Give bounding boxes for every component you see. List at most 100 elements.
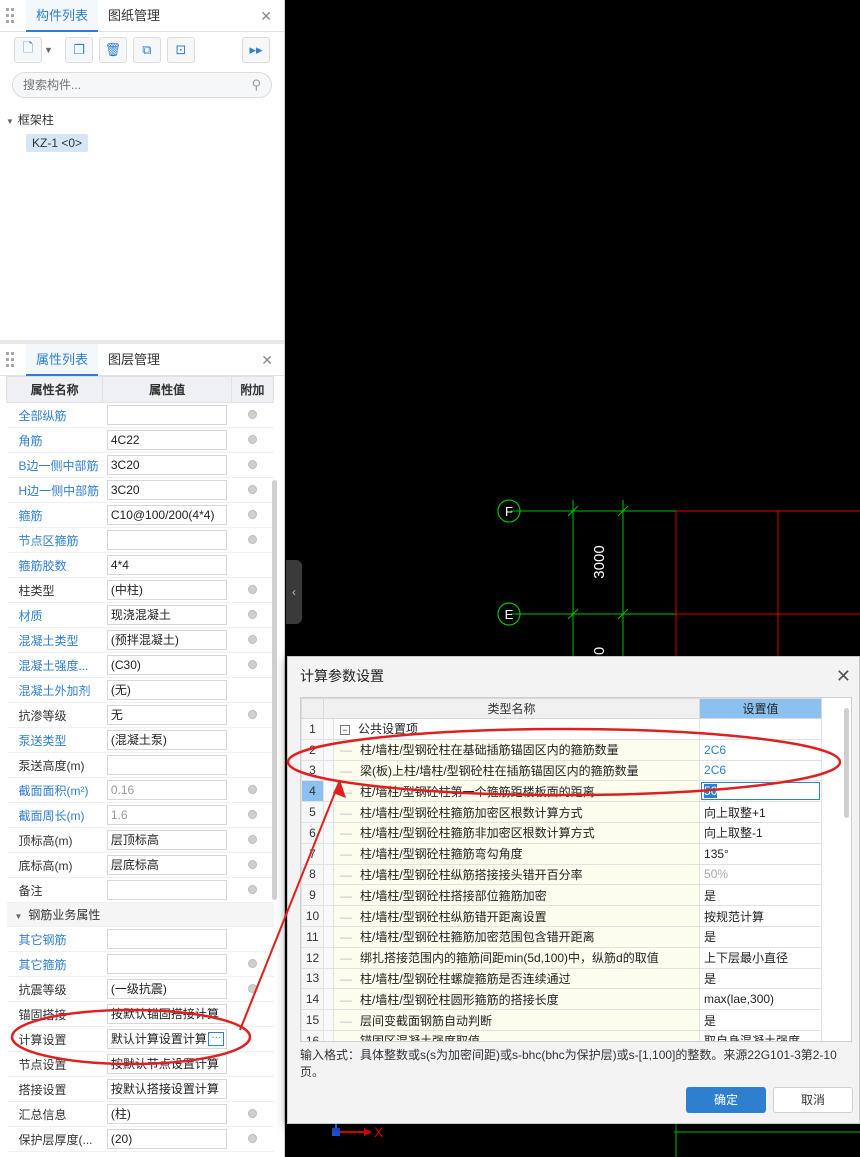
tab-property-list[interactable]: 属性列表 — [26, 343, 99, 376]
property-value-input[interactable]: 按默认锚固搭接计算 — [106, 1004, 228, 1024]
property-row[interactable]: 柱类型 (中柱) — [6, 577, 274, 603]
property-value-input[interactable]: 4*4 — [106, 555, 228, 575]
settings-row[interactable]: 8 — 柱/墙柱/型钢砼柱纵筋搭接接头错开百分率 50% — [301, 863, 823, 886]
floor-copy-icon[interactable]: ⊡ — [166, 37, 195, 63]
property-row[interactable]: 锚固搭接 按默认锚固搭接计算 — [6, 1001, 274, 1027]
property-row[interactable]: 节点设置 按默认节点设置计算 — [6, 1051, 274, 1077]
extra-checkbox[interactable] — [247, 485, 257, 494]
settings-row[interactable]: 16 — 锚固区混凝土强度取值 取自身混凝土强度 — [301, 1029, 823, 1041]
settings-row[interactable]: 3 — 梁(板)上柱/墙柱/型钢砼柱在插筋锚固区内的箍筋数量 2C6 — [301, 759, 823, 782]
property-row[interactable]: 抗渗等级无 — [6, 702, 274, 728]
extra-checkbox[interactable] — [247, 635, 257, 644]
property-row[interactable]: 保护层厚度(... (20) — [6, 1126, 274, 1152]
property-row[interactable]: 混凝土类型 (预拌混凝土) — [6, 627, 274, 653]
property-value-input[interactable]: 层顶标高 — [106, 830, 228, 850]
setting-value[interactable]: 2C6 — [699, 759, 823, 782]
property-value-input[interactable] — [106, 929, 228, 949]
extra-checkbox[interactable] — [247, 460, 257, 469]
property-value-input[interactable]: 4C22 — [106, 430, 228, 450]
property-row[interactable]: 角筋 4C22 — [6, 427, 274, 453]
property-row[interactable]: 截面面积(m²) 0.16 — [6, 777, 274, 803]
more-icon[interactable]: ▸▸ — [242, 37, 270, 63]
property-value-input[interactable]: 3C20 — [106, 480, 228, 500]
property-value-input[interactable] — [106, 954, 228, 974]
settings-row[interactable]: 12 — 绑扎搭接范围内的箍筋间距min(5d,100)中，纵筋d的取值 上下层最小直… — [301, 946, 823, 969]
new-component-icon[interactable]: 🗋 — [14, 37, 42, 63]
property-value-input[interactable]: 默认计算设置计算 ··· — [106, 1029, 228, 1049]
ok-button[interactable]: 确定 — [686, 1087, 766, 1113]
property-value-input[interactable]: (C30) — [106, 655, 228, 675]
setting-value[interactable]: 是 — [699, 1009, 823, 1031]
property-row[interactable]: 混凝土强度... (C30) — [6, 652, 274, 678]
extra-checkbox[interactable] — [247, 835, 257, 844]
property-value-input[interactable]: (预拌混凝土) — [106, 630, 228, 650]
settings-row[interactable]: 10 — 柱/墙柱/型钢砼柱纵筋错开距离设置 按规范计算 — [301, 905, 823, 927]
property-value-input[interactable]: 层底标高 — [106, 855, 228, 875]
property-row[interactable]: 泵送类型 (混凝土泵) — [6, 727, 274, 753]
extra-checkbox[interactable] — [247, 1109, 257, 1118]
settings-row[interactable]: 7 — 柱/墙柱/型钢砼柱箍筋弯勾角度 135° — [301, 842, 823, 865]
tab-layer-manage[interactable]: 图层管理 — [98, 344, 170, 376]
setting-value[interactable]: 是 — [699, 884, 823, 907]
chevron-down-icon[interactable]: ▼ — [44, 45, 53, 55]
extra-checkbox[interactable] — [247, 1134, 257, 1143]
setting-value[interactable] — [699, 718, 823, 740]
property-value-input[interactable]: 按默认搭接设置计算 — [106, 1079, 228, 1099]
property-row[interactable]: 混凝土外加剂 (无) — [6, 677, 274, 703]
setting-value[interactable]: 上下层最小直径 — [699, 946, 823, 969]
extra-checkbox[interactable] — [247, 885, 257, 894]
property-row[interactable]: H边一侧中部筋 3C20 — [6, 477, 274, 503]
close-icon[interactable]: ✕ — [261, 352, 273, 369]
close-icon[interactable]: ✕ — [836, 657, 851, 695]
property-row[interactable]: 箍筋 C10@100/200(4*4) — [6, 502, 274, 528]
property-value-input[interactable] — [106, 530, 228, 550]
property-row[interactable]: 搭接设置 按默认搭接设置计算 — [6, 1076, 274, 1102]
extra-checkbox[interactable] — [247, 410, 257, 419]
extra-checkbox[interactable] — [247, 510, 257, 519]
drag-grip-icon[interactable] — [4, 351, 18, 368]
setting-value[interactable]: max(lae,300) — [699, 988, 823, 1011]
extra-checkbox[interactable] — [247, 610, 257, 619]
tree-node-frame-column[interactable]: ▼ 框架柱 — [6, 110, 284, 130]
tab-component-list[interactable]: 构件列表 — [26, 0, 99, 32]
property-row[interactable]: 其它钢筋 — [6, 926, 274, 952]
property-value-input[interactable]: 0.16 — [106, 780, 228, 800]
property-value-input[interactable]: (混凝土泵) — [106, 730, 228, 750]
setting-value[interactable]: 50% — [699, 863, 823, 886]
property-value-input[interactable]: (中柱) — [106, 580, 228, 600]
setting-value[interactable]: 向上取整+1 — [699, 801, 823, 823]
property-value-input[interactable]: (柱) — [106, 1104, 228, 1124]
caret-down-icon[interactable]: ▼ — [15, 912, 23, 921]
property-row[interactable]: 抗震等级 (一级抗震) — [6, 976, 274, 1002]
property-value-input[interactable]: C10@100/200(4*4) — [106, 505, 228, 525]
property-value-input[interactable] — [106, 880, 228, 900]
delete-icon[interactable]: 🗑 — [98, 37, 127, 63]
property-row[interactable]: 顶标高(m) 层顶标高 — [6, 827, 274, 853]
property-row[interactable]: 泵送高度(m) — [6, 752, 274, 778]
property-row[interactable]: 全部纵筋 — [6, 402, 274, 428]
setting-value[interactable]: 是 — [699, 925, 823, 948]
settings-row[interactable]: 4 — 柱/墙柱/型钢砼柱第一个箍筋距楼板面的距离 50 — [301, 780, 823, 803]
property-row[interactable]: 材质 现浇混凝土 — [6, 602, 274, 628]
extra-checkbox[interactable] — [247, 535, 257, 544]
extra-checkbox[interactable] — [247, 810, 257, 819]
settings-row[interactable]: 14 — 柱/墙柱/型钢砼柱圆形箍筋的搭接长度 max(lae,300) — [301, 988, 823, 1011]
drag-grip-icon[interactable] — [4, 7, 18, 24]
settings-row[interactable]: 13 — 柱/墙柱/型钢砼柱螺旋箍筋是否连续通过 是 — [301, 967, 823, 990]
property-row[interactable]: 底标高(m) 层底标高 — [6, 852, 274, 878]
setting-value-editor[interactable]: 50 — [701, 782, 821, 801]
setting-value[interactable]: 是 — [699, 967, 823, 990]
settings-row[interactable]: 1 − 公共设置项 — [301, 718, 823, 740]
property-value-input[interactable]: (一级抗震) — [106, 979, 228, 999]
copy-layer-icon[interactable]: ⧉ — [132, 37, 161, 63]
property-value-input[interactable]: 无 — [106, 705, 228, 725]
settings-row[interactable]: 11 — 柱/墙柱/型钢砼柱箍筋加密范围包含错开距离 是 — [301, 925, 823, 948]
setting-value[interactable]: 取自身混凝土强度 — [699, 1029, 823, 1041]
property-row[interactable]: 节点区箍筋 — [6, 527, 274, 553]
grid-vscrollbar[interactable] — [844, 708, 849, 818]
property-value-input[interactable]: 现浇混凝土 — [106, 605, 228, 625]
property-row[interactable]: 汇总信息 (柱) — [6, 1101, 274, 1127]
property-group-rebar[interactable]: ▼ 钢筋业务属性 — [6, 902, 274, 927]
setting-value[interactable]: 135° — [699, 842, 823, 865]
property-scrollbar[interactable] — [272, 480, 277, 900]
